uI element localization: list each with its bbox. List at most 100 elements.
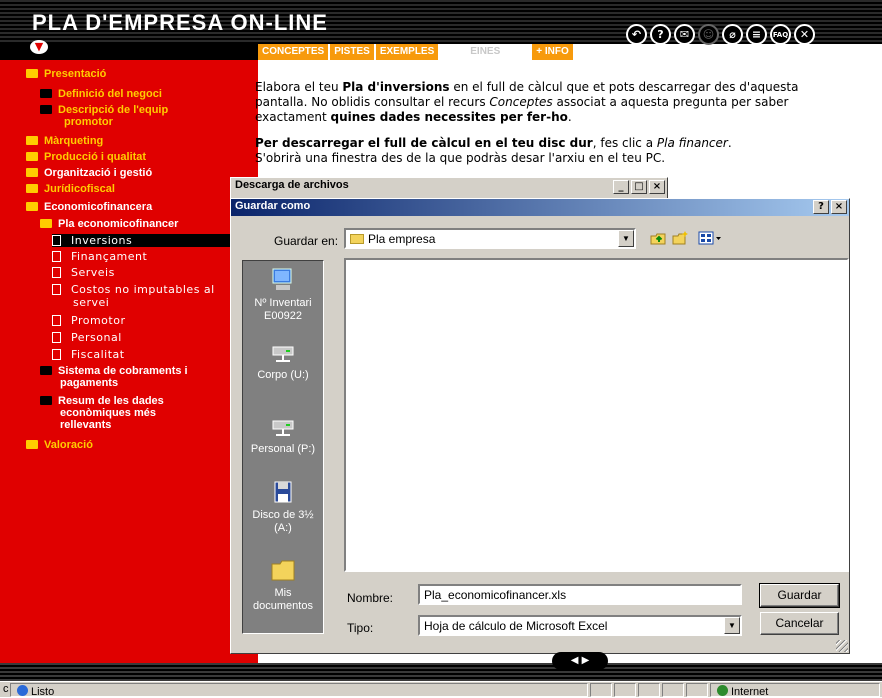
nav-financament[interactable]: Finançament (52, 250, 147, 263)
close-button[interactable]: × (649, 180, 665, 194)
file-list[interactable] (344, 258, 849, 572)
notes-icon[interactable]: ≡ (746, 24, 767, 45)
page-nav-arrows[interactable]: ◀ ▶ (552, 652, 608, 670)
download-window-controls: _ □ × (613, 180, 665, 194)
nav-promotor[interactable]: Promotor (52, 314, 125, 327)
tab-pistes[interactable]: PISTES (330, 44, 374, 60)
text: Elabora el teu (255, 80, 343, 94)
folder-icon (26, 168, 38, 177)
app-header: PLA D'EMPRESA ON-LINE ↶ ? ✉ ☺ ⌀ ≡ FAQ ✕ (0, 0, 882, 45)
nav-organitzacio[interactable]: Organització i gestió (26, 167, 152, 179)
place-my-computer[interactable]: Nº Inventari E00922 (243, 267, 323, 323)
place-label: Corpo (U:) (257, 369, 309, 381)
nav-economicofinancera[interactable]: Economicofinancera (26, 201, 152, 213)
nav-label: Inversions (71, 234, 133, 247)
mail-icon[interactable]: ✉ (674, 24, 695, 45)
app-title: PLA D'EMPRESA ON-LINE (32, 10, 328, 35)
document-icon (52, 267, 61, 278)
chevron-down-icon[interactable]: ▼ (30, 40, 48, 54)
folder-icon (350, 234, 364, 244)
ie-page-icon (17, 685, 28, 696)
nav-label: Economicofinancera (44, 201, 153, 213)
nav-sistema[interactable]: Sistema de cobraments i (40, 365, 188, 377)
nav-costos[interactable]: Costos no imputables al (52, 283, 215, 296)
nav-juridicofiscal[interactable]: Jurídicofiscal (26, 183, 115, 195)
nav-inversions[interactable]: Inversions (52, 234, 257, 247)
minimize-button[interactable]: _ (613, 180, 629, 194)
file-type-select[interactable]: Hoja de cálculo de Microsoft Excel ▼ (418, 615, 742, 636)
tab-conceptes[interactable]: CONCEPTES (258, 44, 329, 60)
document-icon (52, 315, 61, 326)
chevron-down-icon[interactable]: ▼ (724, 617, 740, 634)
link-conceptes[interactable]: Conceptes (489, 95, 552, 109)
close-button[interactable]: × (831, 200, 847, 214)
file-name-input[interactable]: Pla_economicofinancer.xls (418, 584, 742, 605)
browser-statusbar: c Listo Internet (0, 681, 882, 698)
folder-icon (40, 89, 52, 98)
chevron-down-icon[interactable]: ▼ (618, 230, 634, 247)
person-icon: ☺ (698, 24, 719, 45)
nav-costos-cont[interactable]: servei (73, 296, 109, 309)
document-icon (52, 349, 61, 360)
tab-exemples[interactable]: EXEMPLES (375, 44, 439, 60)
resource-tabs: CONCEPTES PISTES EXEMPLES EINES + INFO (258, 44, 573, 60)
nav-resum-cont[interactable]: econòmiques més (60, 407, 156, 419)
nav-sistema-cont[interactable]: pagaments (60, 377, 118, 389)
status-left-char: c (3, 683, 9, 695)
close-icon[interactable]: ✕ (794, 24, 815, 45)
nav-resum-cont2[interactable]: rellevants (60, 419, 111, 431)
nav-produccio[interactable]: Producció i qualitat (26, 151, 146, 163)
nav-presentacio[interactable]: Presentació (26, 68, 106, 80)
nav-label: Valoració (44, 439, 93, 451)
nav-resum[interactable]: Resum de les dades (40, 395, 164, 407)
nav-definicio[interactable]: Definició del negoci (40, 88, 162, 100)
nav-label: Finançament (71, 250, 148, 263)
file-name-label: Nombre: (347, 591, 394, 605)
nav-fiscalitat[interactable]: Fiscalitat (52, 348, 125, 361)
place-floppy[interactable]: Disco de 3½ (A:) (243, 479, 323, 535)
help-icon[interactable]: ? (650, 24, 671, 45)
nav-label: Pla economicofinancer (58, 218, 179, 230)
tab-info[interactable]: + INFO (532, 44, 573, 60)
status-text: Listo (31, 686, 55, 698)
folder-icon (40, 105, 52, 114)
nav-descripcio-cont[interactable]: promotor (64, 116, 113, 128)
content-paragraph-1: Elabora el teu Pla d'inversions en el fu… (255, 80, 815, 125)
save-dialog-titlebar: Guardar como ? × (231, 199, 849, 216)
nav-label: Costos no imputables al (71, 283, 215, 296)
nav-pla-economicofinancer[interactable]: Pla economicofinancer (40, 218, 178, 230)
faq-icon[interactable]: FAQ (770, 24, 791, 45)
open-folder-icon (40, 219, 52, 228)
nav-valoracio[interactable]: Valoració (26, 439, 93, 451)
save-dialog-title: Guardar como (235, 200, 311, 212)
computer-icon (272, 268, 292, 290)
save-in-select[interactable]: Pla empresa ▼ (344, 228, 636, 249)
resize-grip-icon[interactable] (836, 640, 848, 652)
maximize-button[interactable]: □ (631, 180, 647, 194)
tab-eines: EINES (440, 44, 531, 60)
save-button[interactable]: Guardar (759, 583, 840, 608)
network-drive-icon (272, 346, 294, 362)
nav-descripcio[interactable]: Descripció de l'equip (40, 104, 168, 116)
document-icon (52, 284, 61, 295)
place-corpo-drive[interactable]: Corpo (U:) (243, 339, 323, 382)
nav-label: Sistema de cobraments i (58, 365, 188, 377)
nav-marqueting[interactable]: Màrqueting (26, 135, 103, 147)
new-folder-icon[interactable] (672, 231, 688, 245)
place-personal-drive[interactable]: Personal (P:) (243, 413, 323, 456)
place-my-documents[interactable]: Mis documentos (243, 557, 323, 613)
text: S'obrirà una finestra des de la que podr… (255, 151, 666, 165)
view-menu-icon[interactable] (698, 231, 722, 245)
link-pla-financer[interactable]: Pla financer (657, 136, 728, 150)
open-folder-icon (26, 69, 38, 78)
main-content: Elabora el teu Pla d'inversions en el fu… (255, 80, 815, 177)
nav-serveis[interactable]: Serveis (52, 266, 115, 279)
help-button[interactable]: ? (813, 200, 829, 214)
cancel-button[interactable]: Cancelar (760, 612, 839, 635)
nav-label: Serveis (71, 266, 115, 279)
document-icon (52, 235, 61, 246)
back-icon[interactable]: ↶ (626, 24, 647, 45)
up-folder-icon[interactable] (650, 231, 666, 245)
attach-icon[interactable]: ⌀ (722, 24, 743, 45)
nav-personal[interactable]: Personal (52, 331, 122, 344)
